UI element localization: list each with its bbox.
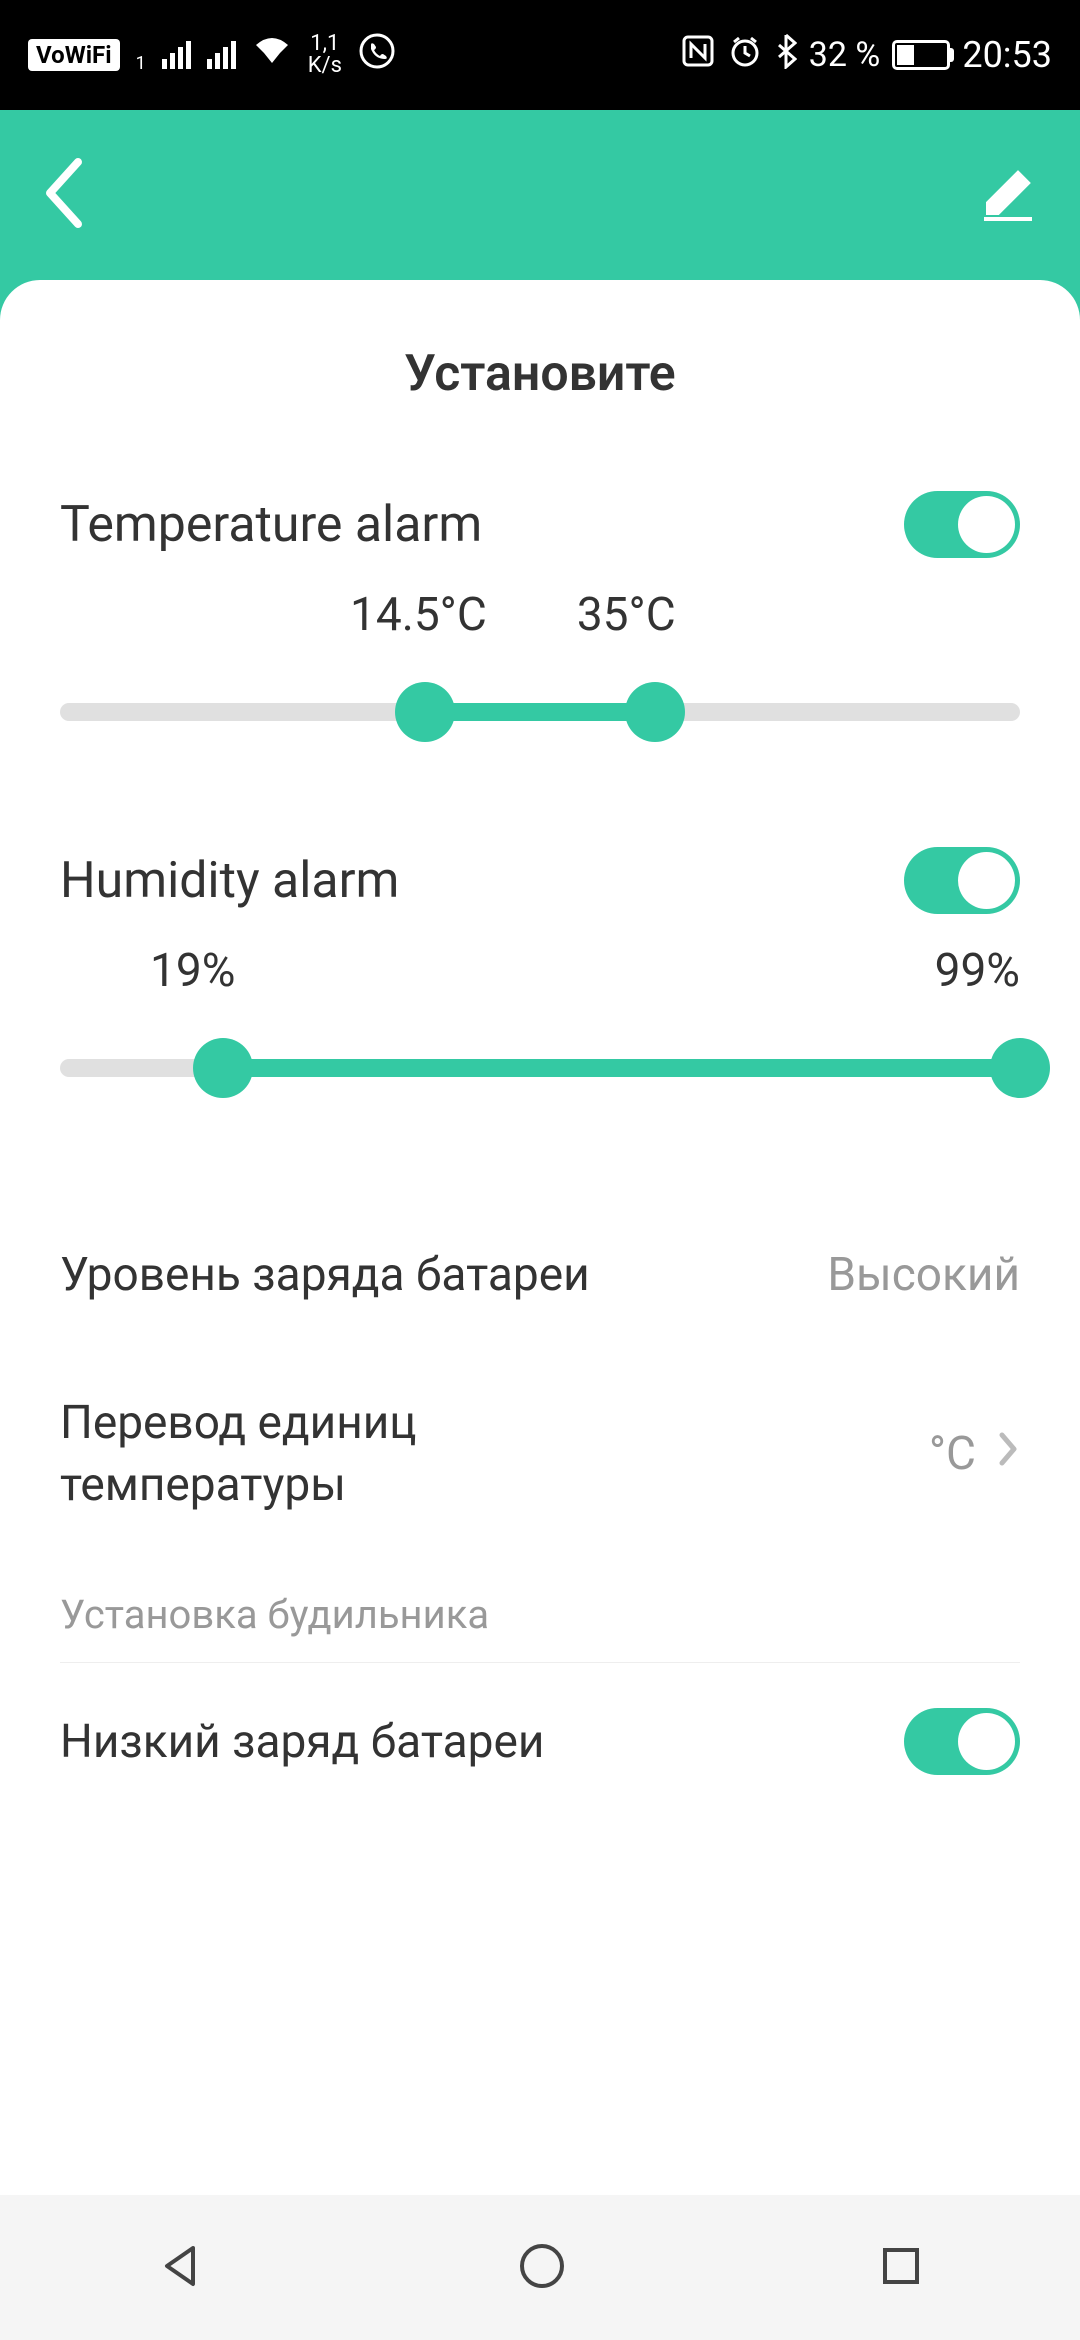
humidity-min-thumb[interactable] <box>193 1038 253 1098</box>
battery-icon <box>892 40 950 70</box>
edit-button[interactable] <box>976 161 1040 229</box>
data-rate-unit: K/s <box>308 55 342 77</box>
content-area: Установите Temperature alarm 14.5°C 35°C… <box>0 280 1080 2195</box>
temperature-alarm-label: Temperature alarm <box>60 496 482 554</box>
wifi-icon <box>252 35 292 76</box>
temperature-units-row[interactable]: Перевод единиц температуры °C <box>60 1347 1020 1561</box>
temperature-alarm-toggle[interactable] <box>904 491 1020 558</box>
sim-indicator: 1 <box>136 53 146 74</box>
temperature-range-readout: 14.5°C 35°C <box>60 588 1020 642</box>
temperature-min-label: 14.5°C <box>350 588 487 642</box>
temperature-range-slider[interactable] <box>60 682 1020 742</box>
temperature-max-label: 35°C <box>577 588 676 642</box>
nav-back-button[interactable] <box>155 2240 207 2296</box>
temperature-units-text: °C <box>929 1427 976 1481</box>
vowifi-badge: VoWiFi <box>28 39 120 71</box>
status-right: 32 % 20:53 <box>681 33 1052 78</box>
temperature-units-value: °C <box>929 1427 1020 1481</box>
data-rate: 1,1 K/s <box>308 33 342 77</box>
page-title: Установите <box>60 345 1020 403</box>
low-battery-row: Низкий заряд батареи <box>60 1663 1020 1820</box>
nav-home-button[interactable] <box>516 2240 568 2296</box>
signal-bars-1-icon <box>162 41 191 69</box>
settings-card: Установите Temperature alarm 14.5°C 35°C… <box>0 280 1080 2195</box>
chevron-right-icon <box>996 1427 1020 1481</box>
humidity-alarm-row: Humidity alarm <box>60 847 1020 914</box>
navigation-bar <box>0 2195 1080 2340</box>
status-left: VoWiFi 1 1,1 K/s <box>28 32 396 79</box>
humidity-max-label: 99% <box>935 944 1020 998</box>
whatsapp-icon <box>358 32 396 79</box>
status-bar: VoWiFi 1 1,1 K/s 32 % 20:53 <box>0 0 1080 110</box>
humidity-min-label: 19% <box>150 944 235 998</box>
low-battery-toggle[interactable] <box>904 1708 1020 1775</box>
temperature-units-label: Перевод единиц температуры <box>60 1392 580 1516</box>
temperature-max-thumb[interactable] <box>625 682 685 742</box>
app-header <box>0 110 1080 280</box>
nav-recent-button[interactable] <box>877 2242 925 2294</box>
battery-level-value: Высокий <box>827 1248 1020 1302</box>
clock-time: 20:53 <box>962 34 1052 76</box>
battery-level-label: Уровень заряда батареи <box>60 1248 590 1302</box>
battery-percent: 32 % <box>809 35 881 75</box>
back-button[interactable] <box>40 154 86 236</box>
humidity-alarm-label: Humidity alarm <box>60 852 399 910</box>
battery-level-row: Уровень заряда батареи Высокий <box>60 1203 1020 1347</box>
humidity-range-readout: 19% 99% <box>60 944 1020 998</box>
temperature-min-thumb[interactable] <box>395 682 455 742</box>
low-battery-label: Низкий заряд батареи <box>60 1715 544 1769</box>
alarm-icon <box>727 33 763 78</box>
signal-bars-2-icon <box>207 41 236 69</box>
humidity-range-slider[interactable] <box>60 1038 1020 1098</box>
data-rate-value: 1,1 <box>308 33 342 55</box>
temperature-alarm-row: Temperature alarm <box>60 491 1020 558</box>
alarm-section-header: Установка будильника <box>60 1561 1020 1663</box>
humidity-max-thumb[interactable] <box>990 1038 1050 1098</box>
bluetooth-icon <box>775 33 797 78</box>
nfc-icon <box>681 34 715 77</box>
humidity-alarm-toggle[interactable] <box>904 847 1020 914</box>
